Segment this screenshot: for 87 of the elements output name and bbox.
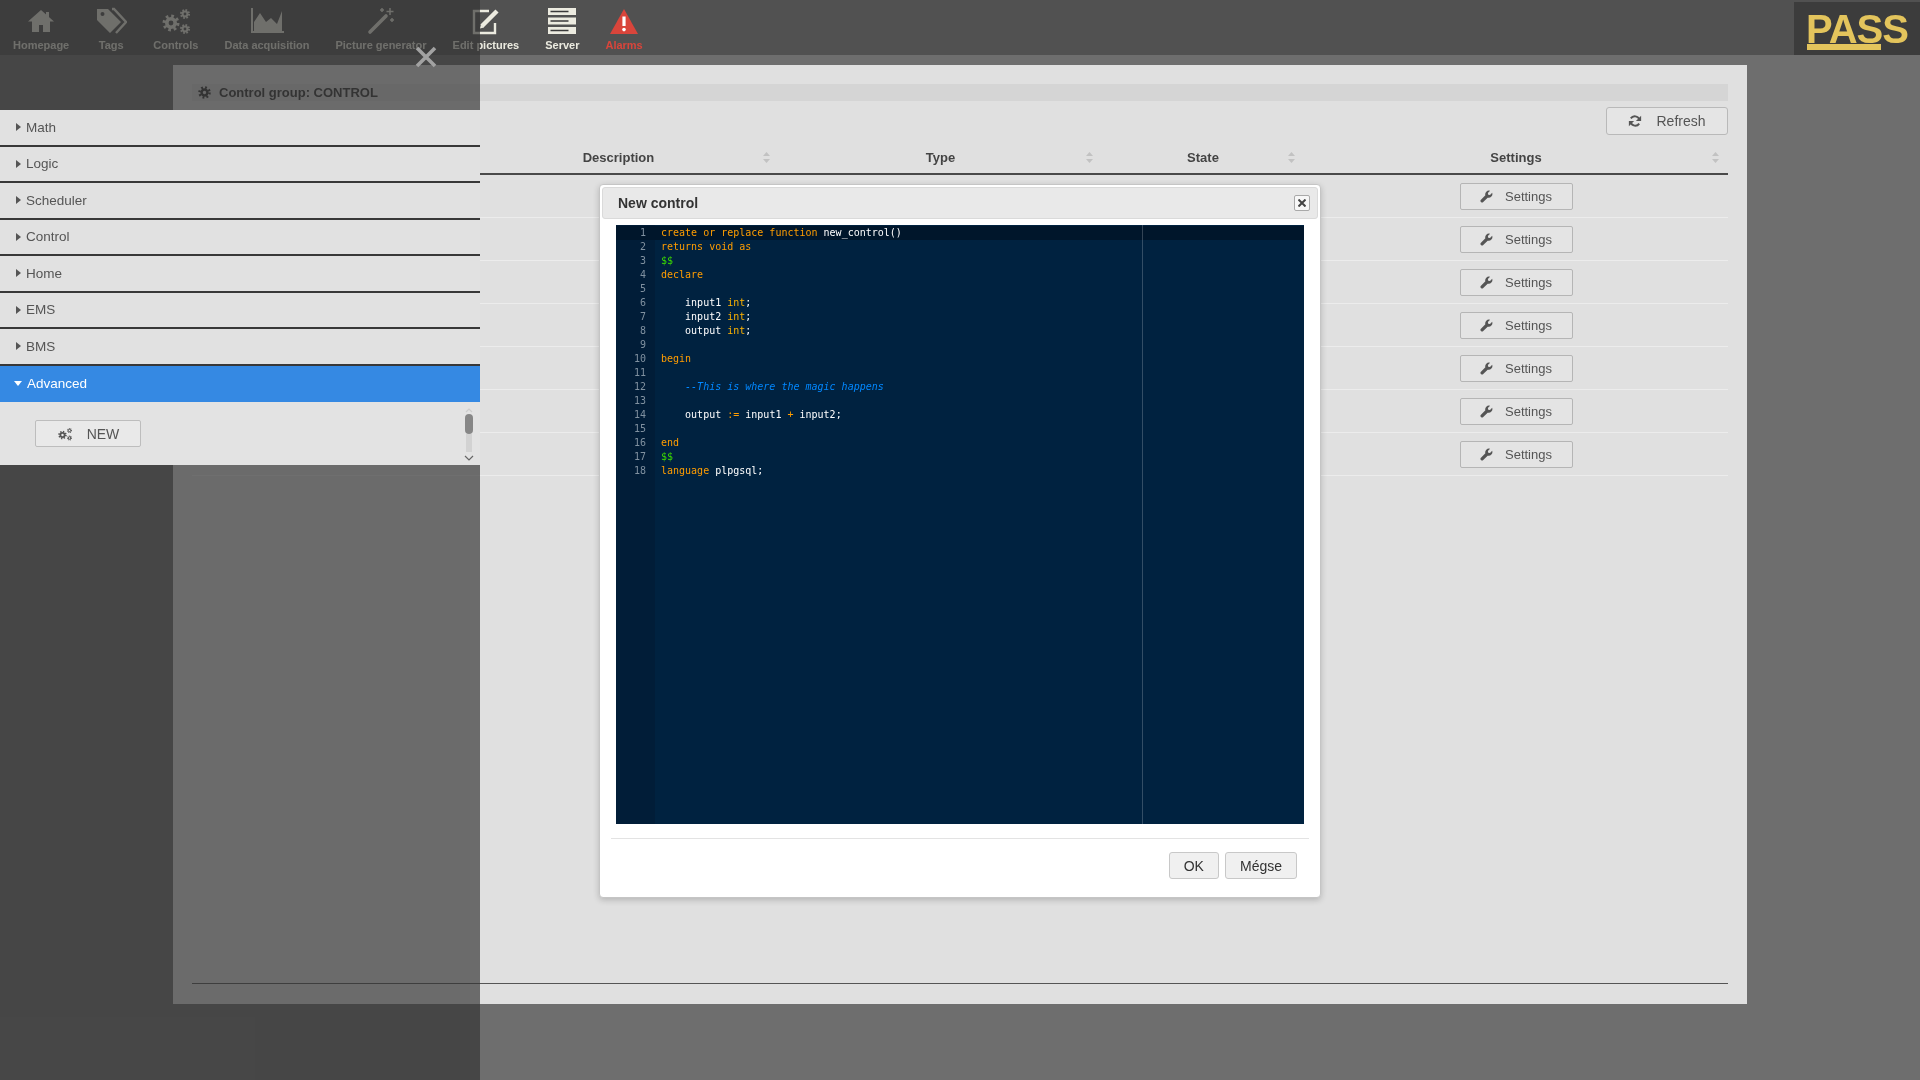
sort-icon (1288, 151, 1295, 163)
code-line: input2 int; (684, 310, 752, 324)
code-line: declare (660, 268, 704, 282)
settings-button[interactable]: Settings (1459, 311, 1573, 339)
code-line: begin (660, 352, 692, 366)
accordion-header[interactable]: Logic (0, 146, 480, 183)
cancel-button[interactable]: Mégse (1224, 852, 1297, 879)
line-number: 2 (638, 240, 647, 254)
line-number: 17 (632, 450, 647, 464)
accordion-header[interactable]: Control (0, 219, 480, 256)
area-chart-icon (249, 8, 284, 34)
sort-icon (1712, 151, 1719, 163)
line-number: 10 (632, 352, 647, 366)
caret-right-icon (16, 232, 21, 241)
code-line: --This is where the magic happens (684, 380, 884, 394)
line-number: 11 (632, 366, 647, 380)
refresh-button[interactable]: Refresh (1606, 107, 1728, 135)
line-number: 14 (632, 408, 647, 422)
code-line: output int; (684, 324, 752, 338)
new-button[interactable]: NEW (35, 420, 141, 447)
code-line: $$ (660, 254, 674, 268)
code-line: end (660, 436, 680, 450)
settings-button[interactable]: Settings (1459, 354, 1573, 382)
home-icon (27, 9, 56, 33)
accordion-header[interactable]: Advanced (0, 365, 480, 402)
code-line: returns void as (660, 240, 752, 254)
line-number: 16 (632, 436, 647, 450)
tag-icon (95, 7, 128, 35)
sort-icon (763, 151, 770, 163)
line-number: 1 (638, 226, 647, 240)
sort-icon (1086, 151, 1093, 163)
line-number: 15 (632, 422, 647, 436)
server-icon (547, 7, 578, 35)
line-number: 8 (638, 324, 647, 338)
caret-right-icon (16, 305, 21, 314)
column-header[interactable]: Settings (1304, 141, 1728, 173)
settings-button[interactable]: Settings (1459, 440, 1573, 468)
wrench-icon (1480, 189, 1493, 203)
column-header[interactable]: Type (779, 141, 1102, 173)
line-number: 9 (638, 338, 647, 352)
caret-right-icon (16, 342, 21, 351)
caret-right-icon (16, 159, 21, 168)
code-line: output := input1 + input2; (684, 408, 842, 422)
ok-button[interactable]: OK (1168, 852, 1219, 879)
logo: PASS (1806, 5, 1908, 52)
wrench-icon (1480, 447, 1493, 461)
close-icon (1298, 199, 1306, 207)
code-line: create or replace function new_control() (660, 226, 902, 240)
settings-button[interactable]: Settings (1459, 268, 1573, 296)
caret-right-icon (16, 123, 21, 132)
wrench-icon (1480, 318, 1493, 332)
wrench-icon (1480, 275, 1493, 289)
code-line: $$ (660, 450, 674, 464)
line-number: 3 (638, 254, 647, 268)
column-header[interactable]: State (1102, 141, 1304, 173)
caret-down-icon (14, 381, 22, 387)
line-number: 13 (632, 394, 647, 408)
gear-icon (198, 86, 211, 99)
settings-button[interactable]: Settings (1459, 225, 1573, 253)
accordion-header[interactable]: Scheduler (0, 183, 480, 220)
caret-right-icon (16, 196, 21, 205)
toolbar-button[interactable]: Server (532, 0, 593, 52)
caret-right-icon (16, 269, 21, 278)
refresh-icon (1628, 114, 1643, 128)
line-number: 5 (638, 282, 647, 296)
line-number: 12 (632, 380, 647, 394)
accordion-header[interactable]: EMS (0, 292, 480, 329)
dialog-title: New control (618, 195, 699, 211)
accordion-header[interactable]: BMS (0, 329, 480, 366)
close-button[interactable] (1294, 195, 1310, 211)
code-line: input1 int; (684, 296, 752, 310)
warning-icon (609, 7, 640, 35)
edit-icon (470, 7, 501, 35)
line-number: 6 (638, 296, 647, 310)
line-number: 18 (632, 464, 647, 478)
line-number: 4 (638, 268, 647, 282)
settings-button[interactable]: Settings (1459, 182, 1573, 210)
wrench-icon (1480, 404, 1493, 418)
gears-icon (56, 426, 73, 441)
accordion-header[interactable]: Math (0, 110, 480, 147)
line-number: 7 (638, 310, 647, 324)
code-line: language plpgsql; (660, 464, 764, 478)
accordion-header[interactable]: Home (0, 256, 480, 293)
settings-button[interactable]: Settings (1459, 397, 1573, 425)
wrench-icon (1480, 232, 1493, 246)
wrench-icon (1480, 361, 1493, 375)
magic-wand-icon (367, 7, 395, 35)
